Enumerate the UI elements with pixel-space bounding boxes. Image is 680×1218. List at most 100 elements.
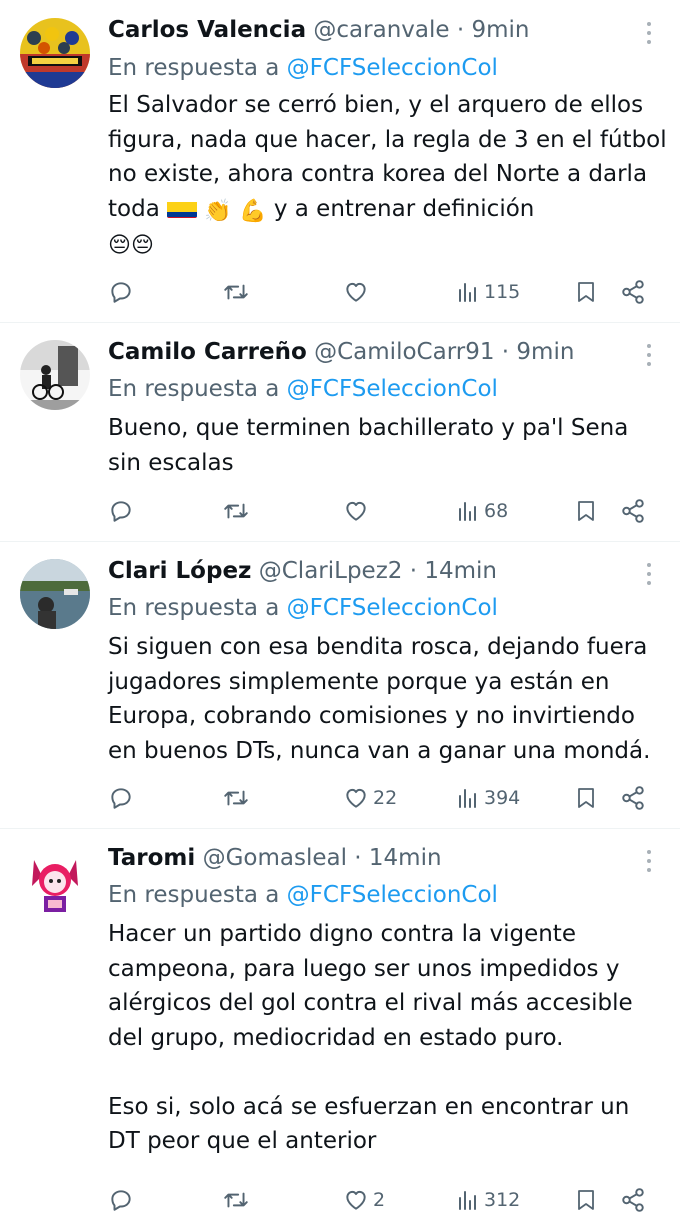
like-icon [346,788,366,808]
action-bar: 2 312 [108,1182,668,1218]
author-name[interactable]: Carlos Valencia [108,17,306,43]
bookmark-icon [578,501,594,521]
avatar[interactable] [20,559,90,629]
reply-prefix: En respuesta a [108,55,280,81]
reply-context: En respuesta a @FCFSeleccionCol [108,52,498,84]
tweet-text: Si siguen con esa bendita rosca, dejando… [108,634,655,764]
views-button[interactable]: 394 [456,780,520,816]
author-handle[interactable]: @ClariLpez2 [259,558,403,584]
retweet-icon [224,503,248,519]
views-button[interactable]: 312 [456,1182,520,1218]
author-handle[interactable]: @CamiloCarr91 [314,339,494,365]
retweet-button[interactable] [222,493,254,529]
retweet-button[interactable] [222,780,254,816]
avatar[interactable] [20,340,90,410]
like-button[interactable] [343,493,373,529]
like-button[interactable]: 2 [343,1182,385,1218]
tweet-text-tail: y a entrenar definición [273,195,535,222]
views-button[interactable]: 115 [456,274,520,310]
retweet-button[interactable] [222,1182,254,1218]
share-button[interactable] [620,780,646,816]
action-bar: 22 394 [108,780,668,816]
pensive-face-icon: 😔 [130,233,154,258]
more-icon[interactable] [644,561,654,587]
share-icon [622,280,644,304]
retweet-icon [224,790,248,806]
share-button[interactable] [620,1182,646,1218]
more-icon[interactable] [644,20,654,46]
share-icon [622,786,644,810]
reply-context: En respuesta a @FCFSeleccionCol [108,879,498,911]
reply-prefix: En respuesta a [108,882,280,908]
reply-icon [111,788,131,809]
pensive-face-icon: 😔 [108,233,131,258]
reply-button[interactable] [108,1182,138,1218]
share-button[interactable] [620,493,646,529]
timestamp[interactable]: · 9min [457,17,530,43]
reply-context: En respuesta a @FCFSeleccionCol [108,373,498,405]
reply-mention[interactable]: @FCFSeleccionCol [287,376,498,402]
share-button[interactable] [620,274,646,310]
timestamp[interactable]: · 14min [410,558,497,584]
views-button[interactable]: 68 [456,493,508,529]
action-bar: 68 [108,493,668,529]
bookmark-button[interactable] [574,493,598,529]
avatar[interactable] [20,18,90,88]
share-icon [622,1188,644,1212]
bookmark-button[interactable] [574,274,598,310]
retweet-icon [224,1192,248,1208]
clapping-hands-icon: 👏 [204,198,232,224]
like-icon [346,1190,366,1210]
colombia-flag-icon [167,198,198,218]
bookmark-button[interactable] [574,1182,598,1218]
reply-icon [111,282,131,303]
reply-mention[interactable]: @FCFSeleccionCol [287,55,498,81]
reply-icon [111,1190,131,1211]
bookmark-icon [578,788,594,808]
reply-mention[interactable]: @FCFSeleccionCol [287,595,498,621]
reply-icon [111,501,131,522]
avatar[interactable] [20,846,90,916]
tweet-text: Bueno, que terminen bachillerato y pa'l … [108,415,636,476]
views-count: 394 [484,787,521,809]
views-count: 312 [484,1189,521,1211]
like-icon [346,501,366,521]
tweet-text: El Salvador se cerró bien, y el arquero … [108,88,668,261]
retweet-icon [224,284,248,300]
like-count: 22 [373,787,398,809]
like-count: 2 [373,1189,386,1211]
retweet-button[interactable] [222,274,254,310]
views-icon [459,283,476,302]
flexed-biceps-icon: 💪 [239,198,267,224]
author-name[interactable]: Taromi [108,845,195,871]
timestamp[interactable]: · 9min [502,339,575,365]
reply-prefix: En respuesta a [108,595,280,621]
reply-context: En respuesta a @FCFSeleccionCol [108,592,498,624]
like-button[interactable] [343,274,373,310]
more-icon[interactable] [644,848,654,874]
author-name[interactable]: Camilo Carreño [108,339,307,365]
timestamp[interactable]: · 14min [354,845,441,871]
tweet[interactable]: Camilo Carreño @CamiloCarr91 · 9min En r… [0,322,680,542]
tweet-text: Hacer un partido digno contra la vigente… [108,921,633,1154]
tweet[interactable]: Clari López @ClariLpez2 · 14min En respu… [0,541,680,829]
author-handle[interactable]: @caranvale [313,17,449,43]
reply-button[interactable] [108,493,138,529]
like-button[interactable]: 22 [343,780,397,816]
reply-button[interactable] [108,274,138,310]
reply-mention[interactable]: @FCFSeleccionCol [287,882,498,908]
more-icon[interactable] [644,342,654,368]
tweet[interactable]: Carlos Valencia @caranvale · 9min En res… [0,0,680,323]
reply-prefix: En respuesta a [108,376,280,402]
views-count: 115 [484,281,521,303]
like-icon [346,282,366,302]
bookmark-button[interactable] [574,780,598,816]
author-name[interactable]: Clari López [108,558,251,584]
views-icon [459,502,476,521]
share-icon [622,499,644,523]
author-handle[interactable]: @Gomasleal [203,845,347,871]
reply-button[interactable] [108,780,138,816]
tweet[interactable]: Taromi @Gomasleal · 14min En respuesta a… [0,828,680,1212]
views-count: 68 [484,500,509,522]
bookmark-icon [578,1190,594,1210]
